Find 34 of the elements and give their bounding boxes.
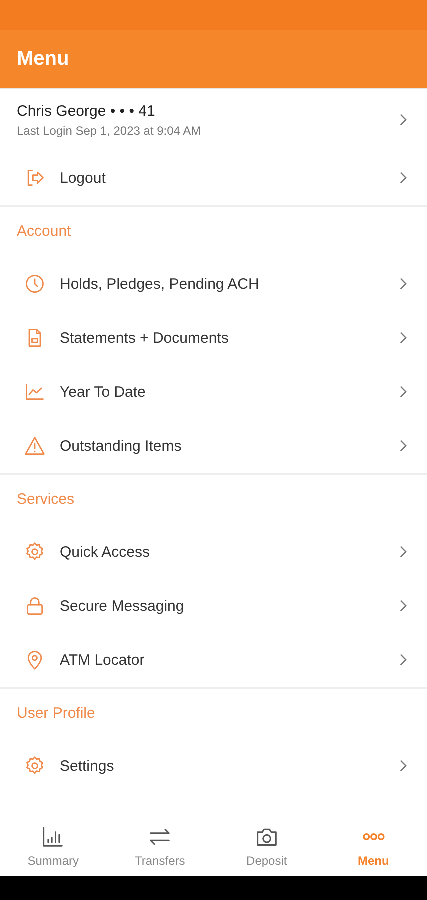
chevron-right-icon [400,440,407,452]
chevron-right-icon [400,114,407,126]
chevron-right-icon [400,546,407,558]
clock-icon [24,273,46,295]
nav-tab[interactable]: Transfers [106,818,214,876]
chevron-right-icon [400,600,407,612]
lock-icon [24,595,46,617]
section-heading: Account [16,222,72,242]
section-heading: Services [16,490,76,510]
menu-item[interactable]: Secure Messaging [0,579,427,633]
chevron-right-icon [400,332,407,344]
chevron-right-icon [400,654,407,666]
menu-item[interactable]: Outstanding Items [0,419,427,473]
chevron-right-icon [400,760,407,772]
nav-tab[interactable]: Deposit [214,818,320,876]
nav-tab[interactable]: Summary [0,818,107,876]
line-chart-icon [24,381,46,403]
logout-row[interactable]: Logout [0,151,427,205]
menu-item[interactable]: Holds, Pledges, Pending ACH [0,257,427,311]
menu-item[interactable]: Quick Access [0,525,427,579]
menu-item[interactable]: Settings [0,739,427,793]
gear-icon [24,755,46,777]
gear-icon [24,541,46,563]
menu-item[interactable]: Year To Date [0,365,427,419]
chevron-right-icon [400,278,407,290]
menu-item[interactable]: Statements + Documents [0,311,427,365]
warning-icon [24,435,46,457]
chevron-right-icon [400,172,407,184]
section-heading: User Profile [16,704,96,724]
chevron-right-icon [400,386,407,398]
menu-item[interactable]: ATM Locator [0,633,427,687]
menu-dots-icon [362,833,385,841]
profile-row[interactable]: Chris George • • • 41 Last Login Sep 1, 2023 at 9:04 AM [0,89,427,151]
screen-title: Menu [17,48,70,70]
